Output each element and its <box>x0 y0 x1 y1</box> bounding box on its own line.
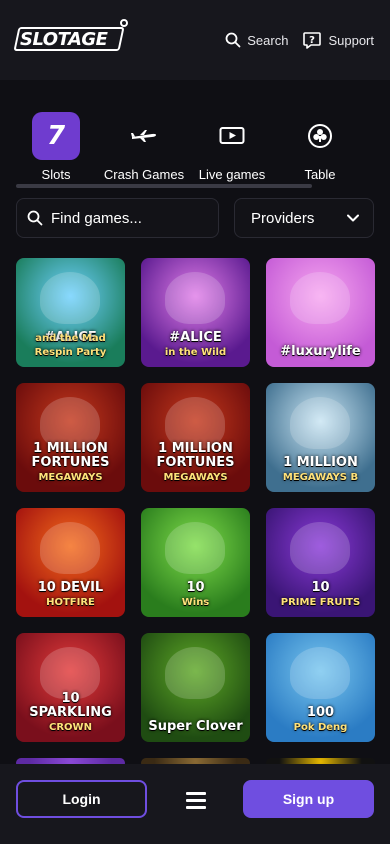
slotage-logo[interactable]: SLOTAGE <box>13 19 128 55</box>
support-link-label: Support <box>328 32 374 48</box>
game-subtitle: Wins <box>181 597 210 608</box>
game-art <box>165 272 225 324</box>
game-tile[interactable]: 1 MILLION MEGAWAYS B <box>266 383 375 492</box>
game-tile[interactable]: #ALICE in the Wild <box>141 258 250 367</box>
tab-slots[interactable]: 7 Slots <box>12 104 100 188</box>
game-subtitle: Pok Deng <box>293 722 348 733</box>
game-title: 1 MILLION <box>283 455 358 470</box>
game-art <box>290 397 350 449</box>
game-tile[interactable]: 1 MILLION FORTUNES MEGAWAYS <box>141 383 250 492</box>
search-icon <box>27 210 43 226</box>
logo-joystick-icon <box>120 19 128 27</box>
game-art <box>165 522 225 574</box>
game-title: 10 DEVIL <box>37 580 104 595</box>
top-header: SLOTAGE Search ? Support <box>0 0 390 80</box>
signup-button[interactable]: Sign up <box>243 780 374 818</box>
game-subtitle: HOTFIRE <box>46 597 95 608</box>
game-tile[interactable]: 10 PRIME FRUITS <box>266 508 375 617</box>
support-link[interactable]: ? Support <box>302 30 374 50</box>
game-title: Super Clover <box>148 719 243 734</box>
tab-crash-games-label: Crash Games <box>103 167 185 182</box>
svg-text:?: ? <box>310 35 316 46</box>
game-title: 1 MILLION FORTUNES <box>156 441 235 470</box>
game-subtitle: PRIME FRUITS <box>280 597 361 608</box>
game-art <box>165 647 225 699</box>
game-title: 1 MILLION FORTUNES <box>31 441 110 470</box>
tab-table-label: Table <box>304 167 336 182</box>
game-subtitle: CROWN <box>49 722 92 733</box>
bottom-bar: Login Sign up <box>0 764 390 844</box>
game-subtitle: in the Wild <box>164 347 227 358</box>
game-art <box>290 647 350 699</box>
play-icon <box>219 127 245 144</box>
game-subtitle: and the Mad Respin Party <box>34 333 107 358</box>
game-grid: #ALICE and the Mad Respin Party #ALICE in t… <box>16 258 375 768</box>
tab-crash-games[interactable]: Crash Games <box>100 104 188 188</box>
category-scrollbar[interactable] <box>16 184 312 188</box>
game-tile[interactable]: #ALICE and the Mad Respin Party <box>16 258 125 367</box>
category-tabs: 7 Slots Crash Games Live games Table <box>0 104 390 188</box>
game-art <box>40 272 100 324</box>
game-tile[interactable]: 100 Pok Deng <box>266 633 375 742</box>
support-question-icon: ? <box>303 32 322 49</box>
game-subtitle: MEGAWAYS B <box>282 472 359 483</box>
menu-icon[interactable] <box>186 792 206 810</box>
game-tile[interactable]: 10 SPARKLING CROWN <box>16 633 125 742</box>
tab-live-games[interactable]: Live games <box>188 104 276 188</box>
game-art <box>290 522 350 574</box>
game-title: #ALICE <box>169 330 222 345</box>
club-icon <box>308 124 332 148</box>
airplane-icon <box>131 130 156 142</box>
game-tile[interactable]: 10 Wins <box>141 508 250 617</box>
chevron-down-icon <box>347 214 359 222</box>
search-link-label: Search <box>247 32 289 48</box>
search-icon <box>225 32 241 48</box>
game-search-box[interactable] <box>16 198 219 238</box>
game-art <box>40 522 100 574</box>
game-title: 10 <box>311 580 330 595</box>
find-games-input[interactable] <box>51 209 211 227</box>
game-title: 10 <box>186 580 205 595</box>
game-subtitle: MEGAWAYS <box>163 472 228 483</box>
logo-text: SLOTAGE <box>20 29 108 50</box>
game-art <box>290 272 350 324</box>
seven-icon: 7 <box>46 121 66 151</box>
login-button[interactable]: Login <box>16 780 147 818</box>
search-link[interactable]: Search <box>225 32 288 48</box>
game-tile[interactable]: 1 MILLION FORTUNES MEGAWAYS <box>16 383 125 492</box>
tab-table[interactable]: Table <box>276 104 364 188</box>
tab-slots-label: Slots <box>41 167 71 182</box>
tab-live-games-label: Live games <box>198 167 266 182</box>
game-tile[interactable]: 10 DEVIL HOTFIRE <box>16 508 125 617</box>
providers-dropdown[interactable]: Providers <box>234 198 374 238</box>
game-tile[interactable]: Super Clover <box>141 633 250 742</box>
game-title: #luxurylife <box>280 344 361 359</box>
game-subtitle: MEGAWAYS <box>38 472 103 483</box>
providers-label: Providers <box>251 209 315 227</box>
game-tile[interactable]: #luxurylife <box>266 258 375 367</box>
game-title: 10 SPARKLING <box>29 691 112 720</box>
game-title: 100 <box>306 705 335 720</box>
